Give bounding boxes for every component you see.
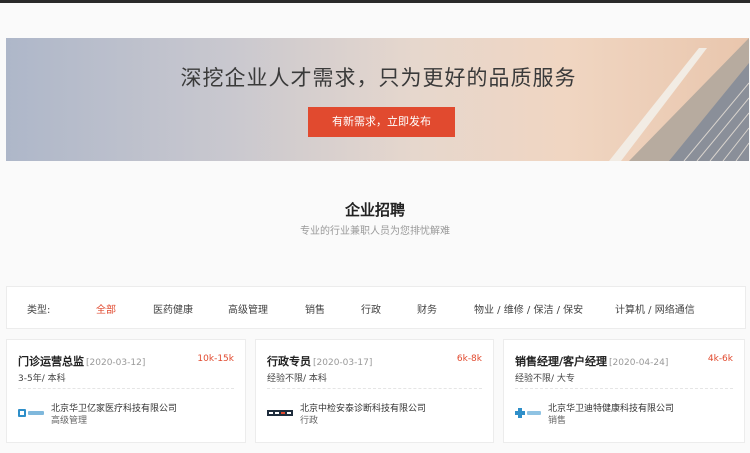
- job-requirements: 经验不限/ 本科: [267, 374, 327, 384]
- filter-all[interactable]: 全部: [96, 301, 116, 316]
- card-divider: [18, 388, 234, 389]
- antai-logo-icon: [267, 410, 293, 416]
- job-title[interactable]: 行政专员 [2020-03-17]: [267, 353, 372, 369]
- publish-button[interactable]: 有新需求，立即发布: [308, 107, 455, 137]
- job-card[interactable]: 销售经理/客户经理 [2020-04-24] 4k-6k 经验不限/ 大专 北京华…: [503, 339, 745, 443]
- filter-computer[interactable]: 计算机 / 网络通信: [615, 301, 695, 316]
- job-title[interactable]: 门诊运营总监 [2020-03-12]: [18, 353, 145, 369]
- job-requirements: 3-5年/ 本科: [18, 374, 66, 384]
- top-bar: [0, 0, 750, 3]
- banner-title: 深挖企业人才需求，只为更好的品质服务: [180, 66, 577, 90]
- filter-admin[interactable]: 行政: [361, 301, 381, 316]
- building-image: [609, 38, 749, 161]
- medical-cross-logo-icon: [515, 408, 541, 418]
- job-date: [2020-03-17]: [313, 358, 373, 368]
- job-title[interactable]: 销售经理/客户经理 [2020-04-24]: [515, 353, 668, 369]
- job-card[interactable]: 门诊运营总监 [2020-03-12] 10k-15k 3-5年/ 本科 北京华卫…: [6, 339, 246, 443]
- job-requirements: 经验不限/ 大专: [515, 374, 575, 384]
- section-title: 企业招聘: [344, 201, 405, 219]
- section-subtitle: 专业的行业兼职人员为您排忧解难: [300, 226, 450, 237]
- company-name[interactable]: 北京中检安泰诊断科技有限公司: [300, 401, 426, 414]
- category-filter: 类型: 全部 医药健康 高级管理 销售 行政 财务 物业 / 维修 / 保洁 /…: [6, 286, 746, 329]
- job-salary: 6k-8k: [456, 354, 482, 364]
- hero-banner: 深挖企业人才需求，只为更好的品质服务 有新需求，立即发布: [6, 38, 749, 161]
- job-salary: 4k-6k: [707, 354, 733, 364]
- card-divider: [267, 388, 482, 389]
- card-divider: [515, 388, 733, 389]
- company-industry: 高级管理: [51, 416, 88, 426]
- job-date: [2020-03-12]: [86, 358, 146, 368]
- job-date: [2020-04-24]: [609, 358, 669, 368]
- company-industry: 销售: [548, 416, 567, 426]
- job-salary: 10k-15k: [197, 354, 234, 364]
- filter-medical[interactable]: 医药健康: [153, 301, 193, 316]
- company-name[interactable]: 北京华卫迪特健康科技有限公司: [548, 401, 674, 414]
- hospital-logo-icon: [18, 409, 44, 417]
- filter-property[interactable]: 物业 / 维修 / 保洁 / 保安: [474, 301, 583, 316]
- filter-sales[interactable]: 销售: [305, 301, 325, 316]
- job-card[interactable]: 行政专员 [2020-03-17] 6k-8k 经验不限/ 本科 北京中检安泰诊断…: [255, 339, 494, 443]
- filter-finance[interactable]: 财务: [417, 301, 437, 316]
- filter-label: 类型:: [27, 305, 51, 316]
- filter-management[interactable]: 高级管理: [228, 301, 268, 316]
- company-industry: 行政: [300, 416, 319, 426]
